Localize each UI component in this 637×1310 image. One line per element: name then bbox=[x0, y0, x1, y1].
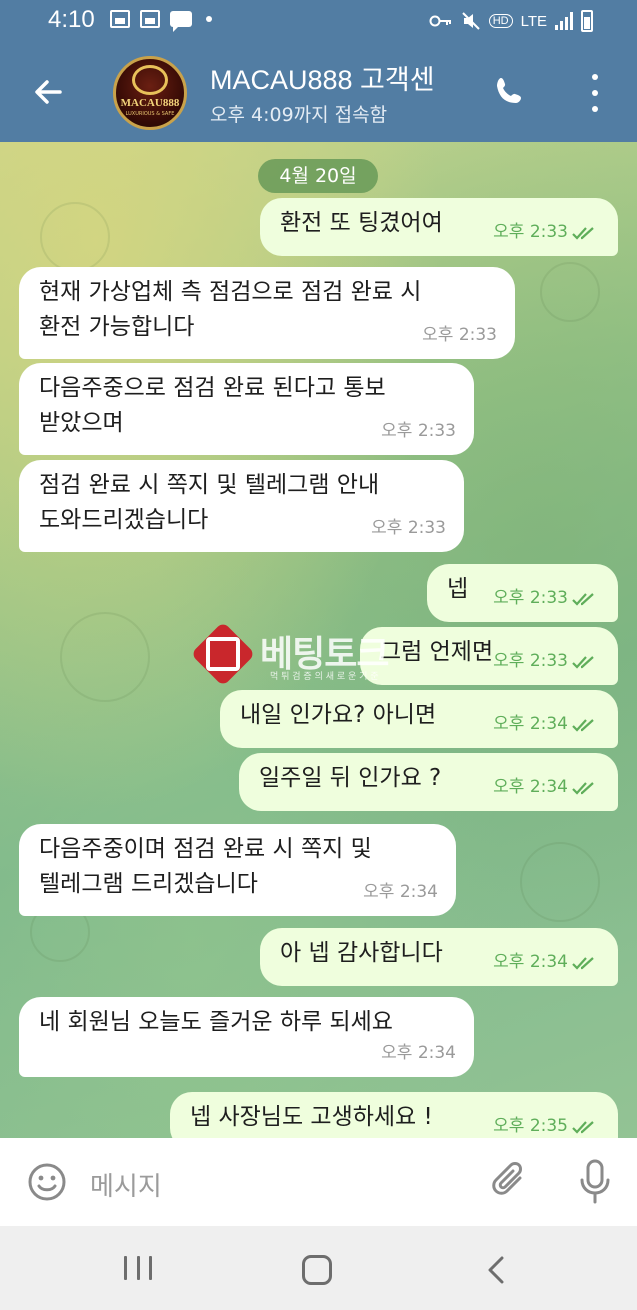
double-check-icon bbox=[572, 592, 594, 606]
background-doodle bbox=[540, 262, 600, 322]
microphone-icon[interactable] bbox=[578, 1158, 612, 1206]
message-meta: 오후 2:34 bbox=[493, 707, 600, 742]
message-incoming[interactable]: 네 회원님 오늘도 즐거운 하루 되세요 오후 2:34 bbox=[19, 997, 474, 1077]
message-meta: 오후 2:35 bbox=[493, 1109, 600, 1138]
calendar-icon bbox=[140, 10, 160, 28]
network-type: LTE bbox=[520, 12, 547, 30]
status-time: 4:10 bbox=[48, 6, 95, 33]
message-incoming[interactable]: 현재 가상업체 측 점검으로 점검 완료 시 환전 가능합니다 오후 2:33 bbox=[19, 267, 515, 359]
watermark-subtext: 먹 튀 검 증 의 새 로 운 기 준 bbox=[270, 672, 379, 682]
message-incoming[interactable]: 다음주중이며 점검 완료 시 쪽지 및 텔레그램 드리겠습니다 오후 2:34 bbox=[19, 824, 456, 916]
message-meta: 오후 2:34 bbox=[493, 770, 600, 805]
logo-ring-icon bbox=[132, 65, 168, 95]
background-doodle bbox=[60, 612, 150, 702]
chat-title[interactable]: MACAU888 고객센 bbox=[210, 58, 468, 97]
double-check-icon bbox=[572, 718, 594, 732]
signal-icon bbox=[555, 12, 573, 30]
double-check-icon bbox=[572, 956, 594, 970]
message-outgoing[interactable]: 환전 또 팅겼어여 오후 2:33 bbox=[260, 198, 618, 256]
message-text-line: 점검 완료 시 쪽지 및 텔레그램 안내 bbox=[39, 472, 380, 498]
message-meta: 오후 2:33 bbox=[493, 644, 600, 679]
double-check-icon bbox=[572, 226, 594, 240]
recent-apps-icon[interactable] bbox=[124, 1256, 152, 1282]
message-outgoing[interactable]: 넵 오후 2:33 bbox=[427, 564, 618, 622]
paperclip-icon[interactable] bbox=[490, 1160, 530, 1204]
hd-icon: HD bbox=[488, 14, 513, 28]
more-vert-icon[interactable] bbox=[588, 74, 602, 112]
date-separator: 4월 20일 bbox=[258, 159, 378, 193]
system-icons: HD LTE bbox=[429, 10, 593, 32]
message-time: 오후 2:33 bbox=[371, 518, 446, 538]
avatar-logo-text: MACAU888 bbox=[120, 97, 180, 109]
avatar-logo-subtext: LUXURIOUS & SAFE bbox=[125, 111, 175, 117]
message-text-line: 네 회원님 오늘도 즐거운 하루 되세요 bbox=[39, 1009, 393, 1035]
phone-icon[interactable] bbox=[492, 74, 528, 110]
message-time: 오후 2:33 bbox=[493, 651, 568, 671]
background-doodle bbox=[520, 842, 600, 922]
mute-icon bbox=[461, 12, 480, 30]
message-time: 오후 2:34 bbox=[363, 882, 438, 902]
arrow-left-icon[interactable] bbox=[30, 74, 66, 110]
message-input[interactable]: 메시지 bbox=[90, 1166, 162, 1203]
message-input-bar: 메시지 bbox=[0, 1138, 637, 1226]
message-incoming[interactable]: 점검 완료 시 쪽지 및 텔레그램 안내 도와드리겠습니다 오후 2:33 bbox=[19, 460, 464, 552]
message-time: 오후 2:34 bbox=[493, 777, 568, 797]
nav-back-icon[interactable] bbox=[484, 1254, 508, 1286]
message-time: 오후 2:34 bbox=[381, 1043, 456, 1063]
message-text-line: 다음주중으로 점검 완료 된다고 통보 bbox=[39, 375, 386, 401]
last-seen-status: 오후 4:09까지 접속함 bbox=[210, 104, 388, 126]
message-meta: 오후 2:33 bbox=[493, 581, 600, 616]
message-outgoing[interactable]: 일주일 뒤 인가요 ? 오후 2:34 bbox=[239, 753, 618, 811]
double-check-icon bbox=[572, 655, 594, 669]
more-notifications-icon bbox=[206, 16, 212, 22]
message-time: 오후 2:33 bbox=[422, 325, 497, 345]
message-time: 오후 2:33 bbox=[381, 421, 456, 441]
home-icon[interactable] bbox=[302, 1255, 332, 1285]
message-meta: 오후 2:34 bbox=[493, 945, 600, 980]
system-nav-bar bbox=[0, 1226, 637, 1310]
message-icon bbox=[170, 11, 192, 32]
message-time: 오후 2:35 bbox=[493, 1116, 568, 1136]
double-check-icon bbox=[572, 1120, 594, 1134]
message-meta: 오후 2:33 bbox=[493, 215, 600, 250]
chat-header: MACAU888 LUXURIOUS & SAFE MACAU888 고객센 오… bbox=[0, 44, 637, 142]
watermark-badge-inner-icon bbox=[206, 637, 240, 671]
notification-icons bbox=[110, 10, 212, 32]
message-time: 오후 2:34 bbox=[493, 952, 568, 972]
avatar[interactable]: MACAU888 LUXURIOUS & SAFE bbox=[113, 56, 187, 130]
key-icon bbox=[429, 15, 451, 27]
message-text-line: 다음주중이며 점검 완료 시 쪽지 및 bbox=[39, 836, 372, 862]
status-bar: 4:10 HD LTE bbox=[0, 0, 637, 44]
background-doodle bbox=[40, 202, 110, 272]
smiley-icon[interactable] bbox=[27, 1162, 67, 1202]
message-time: 오후 2:33 bbox=[493, 588, 568, 608]
message-incoming[interactable]: 다음주중으로 점검 완료 된다고 통보 받았으며 오후 2:33 bbox=[19, 363, 474, 455]
message-time: 오후 2:34 bbox=[493, 714, 568, 734]
message-text-line: 현재 가상업체 측 점검으로 점검 완료 시 bbox=[39, 279, 422, 305]
message-outgoing[interactable]: 아 넵 감사합니다 오후 2:34 bbox=[260, 928, 618, 986]
message-outgoing[interactable]: 내일 인가요? 아니면 오후 2:34 bbox=[220, 690, 618, 748]
gallery-icon bbox=[110, 10, 130, 28]
double-check-icon bbox=[572, 781, 594, 795]
watermark: 베팅토크 먹 튀 검 증 의 새 로 운 기 준 bbox=[190, 621, 462, 687]
message-time: 오후 2:33 bbox=[493, 222, 568, 242]
battery-icon bbox=[581, 10, 593, 32]
message-outgoing[interactable]: 넵 사장님도 고생하세요 ! 오후 2:35 bbox=[170, 1092, 618, 1138]
